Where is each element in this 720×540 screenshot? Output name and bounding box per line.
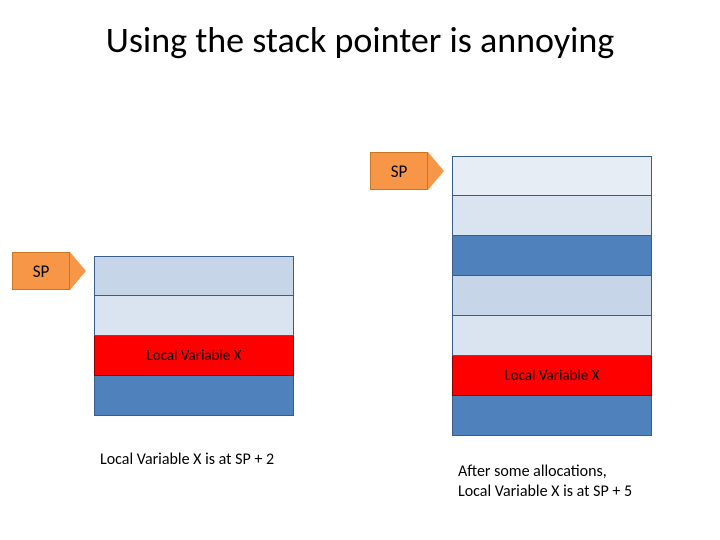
stack-slot (452, 396, 652, 436)
stack-slot (452, 316, 652, 356)
caption-right-line1: After some allocations, (458, 462, 607, 482)
stack-slot (94, 256, 294, 296)
stack-slot (452, 236, 652, 276)
caption-right-line2: Local Variable X is at SP + 5 (458, 482, 632, 502)
stack-left: Local Variable X (94, 256, 294, 416)
sp-pointer-right: SP (370, 152, 444, 190)
stack-slot (452, 276, 652, 316)
stack-slot (94, 296, 294, 336)
stack-right: Local Variable X (452, 156, 652, 436)
sp-pointer-left: SP (12, 252, 86, 290)
stack-slot: Local Variable X (94, 336, 294, 376)
stack-slot (452, 156, 652, 196)
sp-arrow-left-icon (70, 252, 86, 290)
stack-slot (94, 376, 294, 416)
stack-slot: Local Variable X (452, 356, 652, 396)
sp-label-left: SP (12, 252, 70, 290)
page-title: Using the stack pointer is annoying (0, 18, 720, 62)
caption-left: Local Variable X is at SP + 2 (100, 450, 274, 470)
sp-label-right: SP (370, 152, 428, 190)
stack-slot (452, 196, 652, 236)
sp-arrow-right-icon (428, 152, 444, 190)
